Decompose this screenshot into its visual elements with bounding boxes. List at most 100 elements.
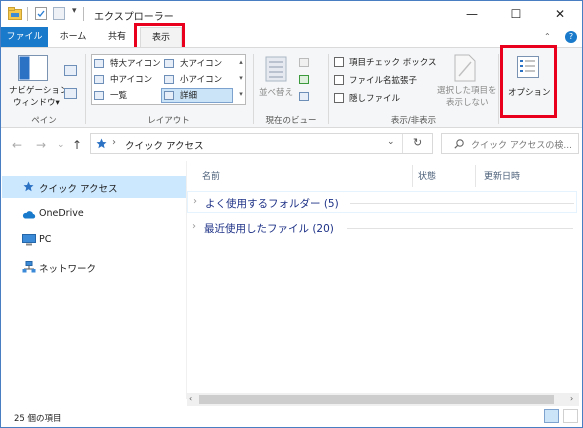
navigation-pane-icon [18, 55, 48, 81]
large-icons-view-toggle-icon[interactable] [563, 409, 578, 423]
scroll-right-icon[interactable]: › [570, 394, 573, 403]
layout-option-details[interactable]: 詳細 [180, 89, 197, 101]
layout-option-small[interactable]: 小アイコン [180, 73, 222, 85]
nav-item-pc[interactable]: PC [2, 229, 186, 251]
back-button[interactable]: ← [12, 138, 22, 152]
title-bar: ▾ エクスプローラー — ☐ ✕ [1, 1, 582, 27]
forward-button[interactable]: → [36, 138, 46, 152]
scroll-left-icon[interactable]: ‹ [189, 394, 192, 403]
address-dropdown-icon[interactable]: ⌄ [387, 137, 395, 147]
customize-quick-access-icon[interactable]: ▾ [72, 6, 77, 16]
hide-selected-label-2[interactable]: 表示しない [446, 96, 489, 108]
small-icons-icon [164, 75, 174, 84]
highlight-box-options [500, 45, 557, 118]
file-extensions-label: ファイル名拡張子 [349, 76, 418, 86]
column-separator[interactable] [475, 165, 476, 187]
item-count: 25 個の項目 [14, 414, 62, 424]
list-icon [94, 91, 104, 100]
extra-large-icons-icon [94, 59, 104, 68]
item-checkboxes-checkbox[interactable] [334, 57, 344, 67]
group-label-layout: レイアウト [147, 116, 190, 126]
hide-selected-label-1[interactable]: 選択した項目を [437, 84, 497, 96]
refresh-icon[interactable]: ↻ [413, 136, 422, 149]
nav-item-onedrive[interactable]: OneDrive [2, 203, 186, 225]
explorer-window: ▾ エクスプローラー — ☐ ✕ ファイル ホーム 共有 表示 ⌃ ? ナビゲー… [0, 0, 583, 428]
status-bar: 25 個の項目 [1, 406, 582, 427]
collapse-ribbon-icon[interactable]: ⌃ [544, 32, 551, 41]
new-folder-icon[interactable] [52, 7, 66, 20]
group-divider-line [350, 203, 574, 204]
layout-scroll-arrows[interactable]: ▴ ▾ ▾ [236, 54, 246, 105]
search-box[interactable]: クイック アクセスの検... [441, 133, 579, 154]
tab-home[interactable]: ホーム [51, 27, 95, 48]
maximize-button[interactable]: ☐ [494, 1, 538, 27]
navigation-pane-label-2: ウィンドウ▾ [13, 98, 60, 108]
quick-access-separator-2 [83, 7, 84, 21]
nav-label: ネットワーク [39, 264, 97, 275]
navigation-pane-label-1: ナビゲーション [9, 86, 69, 96]
group-divider-line [347, 228, 573, 229]
nav-item-quick-access[interactable]: クイック アクセス [2, 176, 186, 198]
medium-icons-icon [94, 75, 104, 84]
address-separator-icon[interactable]: › [112, 137, 116, 148]
group-label-show-hide: 表示/非表示 [390, 116, 437, 126]
address-bar[interactable]: › クイック アクセス ⌄ ↻ [90, 133, 433, 154]
ribbon: ナビゲーション ウィンドウ▾ ペイン 特大アイコン 大アイコン 中アイコン 小ア… [1, 45, 582, 128]
nav-item-network[interactable]: ネットワーク [2, 256, 186, 278]
nav-label: OneDrive [39, 208, 84, 219]
sort-by-icon[interactable] [264, 56, 288, 82]
ribbon-tab-row: ファイル ホーム 共有 表示 ⌃ ? [1, 23, 582, 50]
scrollbar-thumb[interactable] [199, 395, 554, 404]
group-title: 最近使用したファイル (20) [204, 223, 334, 235]
layout-option-large[interactable]: 大アイコン [180, 57, 222, 69]
address-location[interactable]: クイック アクセス [125, 138, 204, 152]
hide-selected-items-icon[interactable] [453, 54, 477, 82]
window-title: エクスプローラー [94, 12, 174, 23]
properties-icon[interactable] [34, 7, 48, 20]
group-header-recent-files[interactable]: › 最近使用したファイル (20) [187, 217, 577, 239]
column-header-name[interactable]: 名前 [202, 169, 220, 182]
up-button[interactable]: ↑ [72, 138, 82, 152]
group-header-frequent-folders[interactable]: › よく使用するフォルダー (5) [187, 191, 577, 213]
details-icon [164, 91, 174, 100]
tab-share[interactable]: 共有 [97, 27, 137, 48]
layout-option-medium[interactable]: 中アイコン [110, 73, 152, 85]
recent-locations-icon[interactable]: ⌄ [57, 140, 65, 150]
quick-access-separator [27, 7, 28, 21]
group-separator [498, 54, 499, 124]
chevron-right-icon: › [192, 221, 196, 232]
preview-pane-icon[interactable] [64, 65, 77, 76]
column-header-date-modified[interactable]: 更新日時 [484, 169, 520, 182]
nav-label: クイック アクセス [39, 184, 118, 195]
details-view-toggle-icon[interactable] [544, 409, 559, 423]
network-icon [22, 261, 36, 273]
group-by-icon[interactable] [299, 58, 309, 67]
group-separator [253, 54, 254, 124]
search-icon [454, 139, 464, 149]
add-columns-icon[interactable] [299, 75, 309, 84]
pc-monitor-icon [22, 234, 36, 246]
horizontal-scrollbar[interactable]: ‹ › [187, 393, 579, 406]
size-columns-icon[interactable] [299, 92, 309, 101]
large-icons-icon [164, 59, 174, 68]
details-pane-icon[interactable] [64, 88, 77, 99]
layout-option-extra-large[interactable]: 特大アイコン [110, 57, 161, 69]
item-checkboxes-label: 項目チェック ボックス [349, 58, 437, 68]
hidden-items-checkbox[interactable] [334, 93, 344, 103]
layout-option-list[interactable]: 一覧 [110, 89, 127, 101]
close-button[interactable]: ✕ [538, 1, 582, 27]
help-icon[interactable]: ? [565, 31, 577, 43]
group-label-current-view: 現在のビュー [265, 116, 317, 126]
sort-by-label[interactable]: 並べ替え [259, 86, 293, 98]
group-separator [328, 54, 329, 124]
file-extensions-checkbox[interactable] [334, 75, 344, 85]
highlight-box-view-tab [134, 23, 185, 50]
minimize-button[interactable]: — [450, 1, 494, 27]
address-divider [402, 134, 403, 153]
group-label-panes: ペイン [31, 116, 57, 126]
quick-access-star-icon [23, 181, 34, 192]
tab-file[interactable]: ファイル [1, 27, 48, 48]
column-separator[interactable] [412, 165, 413, 187]
column-header-status[interactable]: 状態 [418, 169, 436, 182]
group-separator [85, 54, 86, 124]
